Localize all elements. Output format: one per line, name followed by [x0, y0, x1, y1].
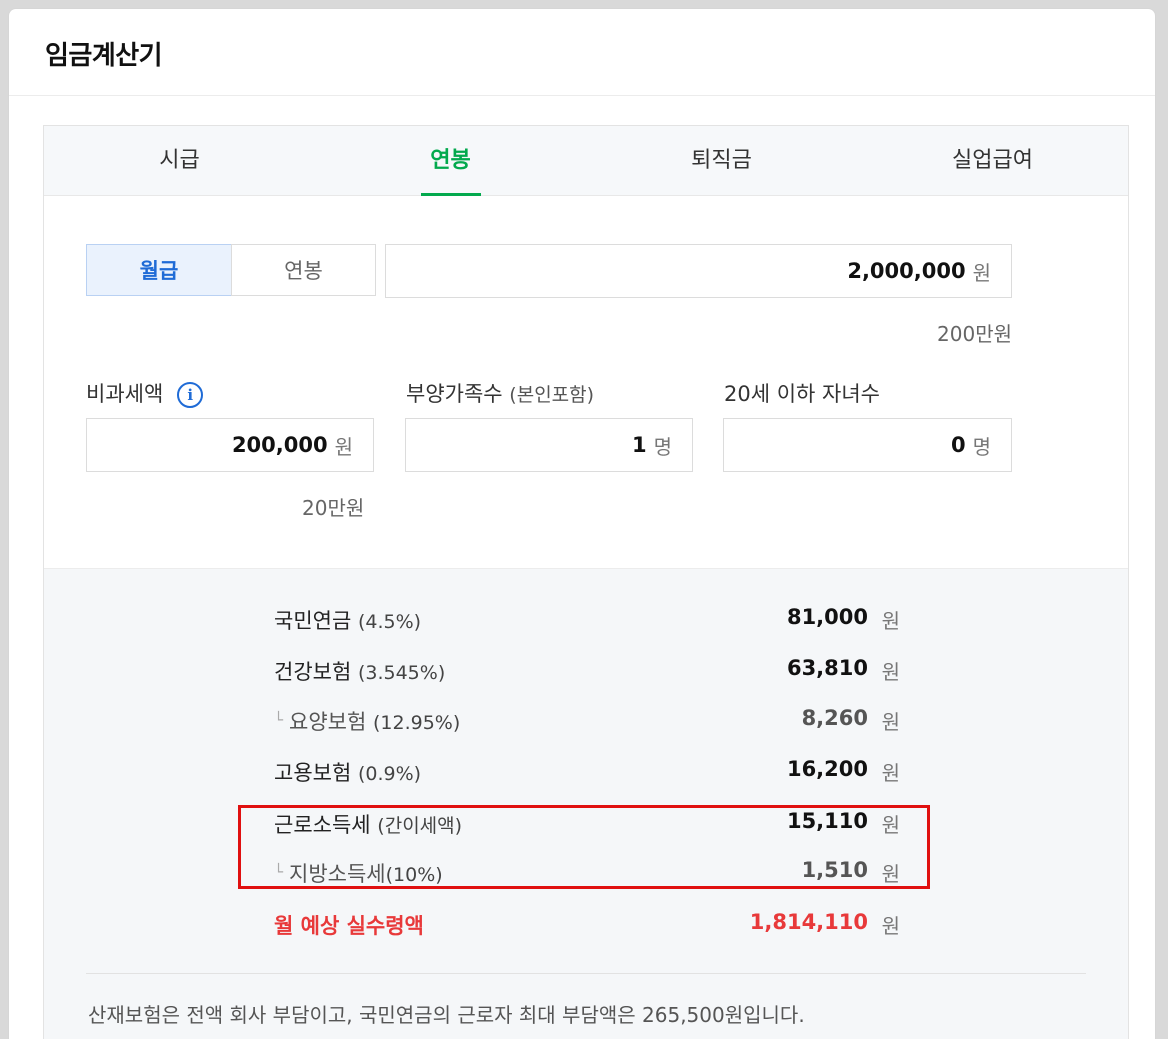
- net-pay-label: 월 예상 실수령액: [274, 914, 424, 938]
- health-amount: 63,810: [786, 656, 868, 680]
- calculator-card: 시급 연봉 퇴직금 실업급여 월급 연봉 2,000,000 원 200만원 비…: [43, 125, 1129, 1039]
- nontax-unit: 원: [334, 434, 353, 459]
- nontax-value: 200,000: [231, 433, 328, 457]
- health-label: 건강보험: [274, 660, 352, 684]
- salary-amount-hint: 200만원: [937, 322, 1012, 346]
- page-title: 임금계산기: [45, 41, 163, 71]
- nontax-label-text: 비과세액: [86, 382, 164, 406]
- salary-amount-unit: 원: [972, 260, 991, 285]
- nontax-input[interactable]: 200,000 원: [86, 418, 374, 472]
- result-row-net-pay: 월 예상 실수령액 1,814,110 원: [274, 910, 900, 944]
- employment-pct: (0.9%): [357, 763, 422, 785]
- result-row-health: 건강보험 (3.545%) 63,810 원: [274, 656, 900, 690]
- net-pay-amount: 1,814,110: [749, 910, 868, 934]
- sub-item-icon: └: [274, 711, 284, 729]
- care-pct: (12.95%): [373, 712, 461, 734]
- result-row-longterm-care: └ 요양보험 (12.95%) 8,260 원: [274, 706, 900, 740]
- title-divider: [9, 95, 1155, 96]
- mode-monthly-button[interactable]: 월급: [86, 244, 232, 296]
- pension-label: 국민연금: [274, 609, 352, 633]
- care-amount: 8,260: [801, 706, 868, 730]
- nontax-hint: 20만원: [302, 496, 365, 520]
- pension-unit: 원: [881, 609, 900, 633]
- notes-divider: [86, 973, 1086, 974]
- nontax-label: 비과세액 i: [86, 378, 204, 408]
- employment-unit: 원: [881, 761, 900, 785]
- dependents-input[interactable]: 1 명: [405, 418, 693, 472]
- employment-label: 고용보험: [274, 761, 352, 785]
- children-value: 0: [950, 433, 966, 457]
- salary-amount-value: 2,000,000: [847, 259, 966, 283]
- health-pct: (3.545%): [357, 662, 446, 684]
- dependents-unit: 명: [653, 434, 672, 459]
- care-unit: 원: [881, 710, 900, 734]
- tab-unemployment[interactable]: 실업급여: [857, 126, 1128, 195]
- children-input[interactable]: 0 명: [723, 418, 1012, 472]
- salary-amount-input[interactable]: 2,000,000 원: [385, 244, 1012, 298]
- info-icon[interactable]: i: [177, 382, 204, 408]
- tab-annual[interactable]: 연봉: [315, 126, 586, 196]
- employment-amount: 16,200: [786, 757, 868, 781]
- dependents-sublabel: (본인포함): [509, 384, 595, 406]
- calculator-panel: 임금계산기 시급 연봉 퇴직금 실업급여 월급 연봉 2,000,000 원 2…: [8, 8, 1156, 1039]
- care-label: 요양보험: [289, 710, 367, 734]
- results-section: 국민연금 (4.5%) 81,000 원 건강보험 (3.545%) 63,81…: [44, 568, 1128, 1039]
- health-unit: 원: [881, 660, 900, 684]
- pension-amount: 81,000: [786, 605, 868, 629]
- pension-pct: (4.5%): [357, 611, 422, 633]
- tab-severance[interactable]: 퇴직금: [586, 126, 857, 195]
- tab-bar: 시급 연봉 퇴직금 실업급여: [44, 126, 1128, 196]
- highlight-box: [238, 805, 930, 889]
- result-row-pension: 국민연금 (4.5%) 81,000 원: [274, 605, 900, 639]
- children-unit: 명: [972, 434, 991, 459]
- children-label: 20세 이하 자녀수: [724, 382, 880, 406]
- footnote: 산재보험은 전액 회사 부담이고, 국민연금의 근로자 최대 부담액은 265,…: [88, 1003, 805, 1027]
- dependents-label-text: 부양가족수: [406, 382, 503, 406]
- net-pay-unit: 원: [881, 914, 900, 938]
- dependents-value: 1: [631, 433, 647, 457]
- result-row-employment: 고용보험 (0.9%) 16,200 원: [274, 757, 900, 791]
- mode-annual-button[interactable]: 연봉: [231, 244, 376, 296]
- dependents-label: 부양가족수 (본인포함): [406, 378, 594, 408]
- tab-hourly[interactable]: 시급: [44, 126, 315, 195]
